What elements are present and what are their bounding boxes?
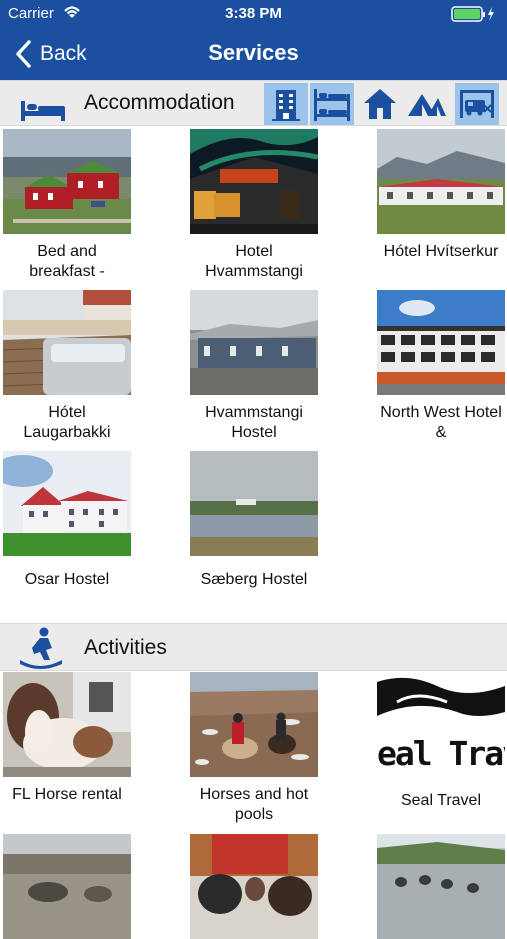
- service-title: Osar Hostel: [24, 571, 110, 588]
- hotel-icon: [272, 90, 300, 121]
- hostel-bunk-icon: [314, 89, 350, 121]
- service-tile-north-west-hotel[interactable]: North West Hotel &: [377, 290, 505, 443]
- battery-icon: [451, 5, 499, 23]
- service-tile-osar-hostel[interactable]: Osar Hostel: [3, 451, 131, 610]
- service-tile-hotel-hvitserkur[interactable]: Hótel Hvítserkur: [377, 129, 505, 282]
- snowboarder-icon: [20, 627, 62, 669]
- status-bar: Carrier 3:38 PM: [0, 0, 507, 28]
- filter-camping[interactable]: [405, 83, 449, 125]
- service-photo: [3, 129, 131, 234]
- service-title: Hótel Hvítserkur: [383, 243, 499, 260]
- filter-rv[interactable]: [455, 83, 499, 125]
- service-title: Hotel Hvammstangi: [205, 243, 303, 280]
- service-tile-partial-1[interactable]: [3, 834, 131, 939]
- seal-travel-logo-text: eal Trav: [377, 734, 505, 773]
- service-tile-horses-and-hot-pools[interactable]: Horses and hot pools: [190, 672, 318, 825]
- service-title: Hvammstangi Hostel: [205, 404, 303, 441]
- service-tile-bed-and-breakfast[interactable]: Bed and breakfast -: [3, 129, 131, 282]
- service-title: FL Horse rental: [12, 786, 122, 803]
- filter-hotel[interactable]: [264, 83, 308, 125]
- camping-tent-icon: [408, 94, 446, 116]
- service-photo: [3, 290, 131, 395]
- service-tile-hotel-laugarbakki[interactable]: Hótel Laugarbakki: [3, 290, 131, 443]
- service-photo: [190, 451, 318, 556]
- bed-icon: [21, 101, 65, 121]
- service-photo: [377, 834, 505, 939]
- service-title: Seal Travel: [400, 792, 482, 809]
- clock: 3:38 PM: [225, 5, 282, 22]
- no-rv-icon: [460, 90, 494, 118]
- service-title: North West Hotel &: [380, 404, 502, 441]
- service-photo: [3, 672, 131, 777]
- page-title: Services: [208, 40, 299, 65]
- service-title: Horses and hot pools: [199, 786, 309, 823]
- activities-section-header: Activities: [0, 623, 507, 671]
- service-tile-seal-travel[interactable]: eal Trav Seal Travel: [377, 672, 505, 831]
- service-tile-partial-3[interactable]: [377, 834, 505, 939]
- service-title: Sæberg Hostel: [200, 571, 308, 588]
- accommodation-title: Accommodation: [84, 91, 235, 114]
- service-photo: [3, 834, 131, 939]
- service-photo: [190, 834, 318, 939]
- service-tile-saeberg-hostel[interactable]: Sæberg Hostel: [190, 451, 318, 610]
- service-title: Bed and breakfast -: [29, 243, 105, 280]
- service-title: Hótel Laugarbakki: [23, 404, 111, 441]
- service-tile-fl-horse-rental[interactable]: FL Horse rental: [3, 672, 131, 825]
- service-photo: [190, 290, 318, 395]
- service-logo: eal Trav: [377, 672, 505, 777]
- service-tile-hvammstangi-hostel[interactable]: Hvammstangi Hostel: [190, 290, 318, 443]
- house-icon: [364, 89, 396, 119]
- activities-title: Activities: [84, 636, 167, 659]
- service-photo: [190, 129, 318, 234]
- service-photo: [377, 290, 505, 395]
- service-photo: [377, 129, 505, 234]
- service-photo: [3, 451, 131, 556]
- accommodation-section-header: Accommodation: [0, 80, 507, 126]
- service-tile-hotel-hvammstangi[interactable]: Hotel Hvammstangi: [190, 129, 318, 282]
- navigation-bar: Back Services: [0, 28, 507, 80]
- service-photo: [190, 672, 318, 777]
- service-tile-partial-2[interactable]: [190, 834, 318, 939]
- filter-hostel[interactable]: [310, 83, 354, 125]
- filter-house[interactable]: [358, 83, 402, 125]
